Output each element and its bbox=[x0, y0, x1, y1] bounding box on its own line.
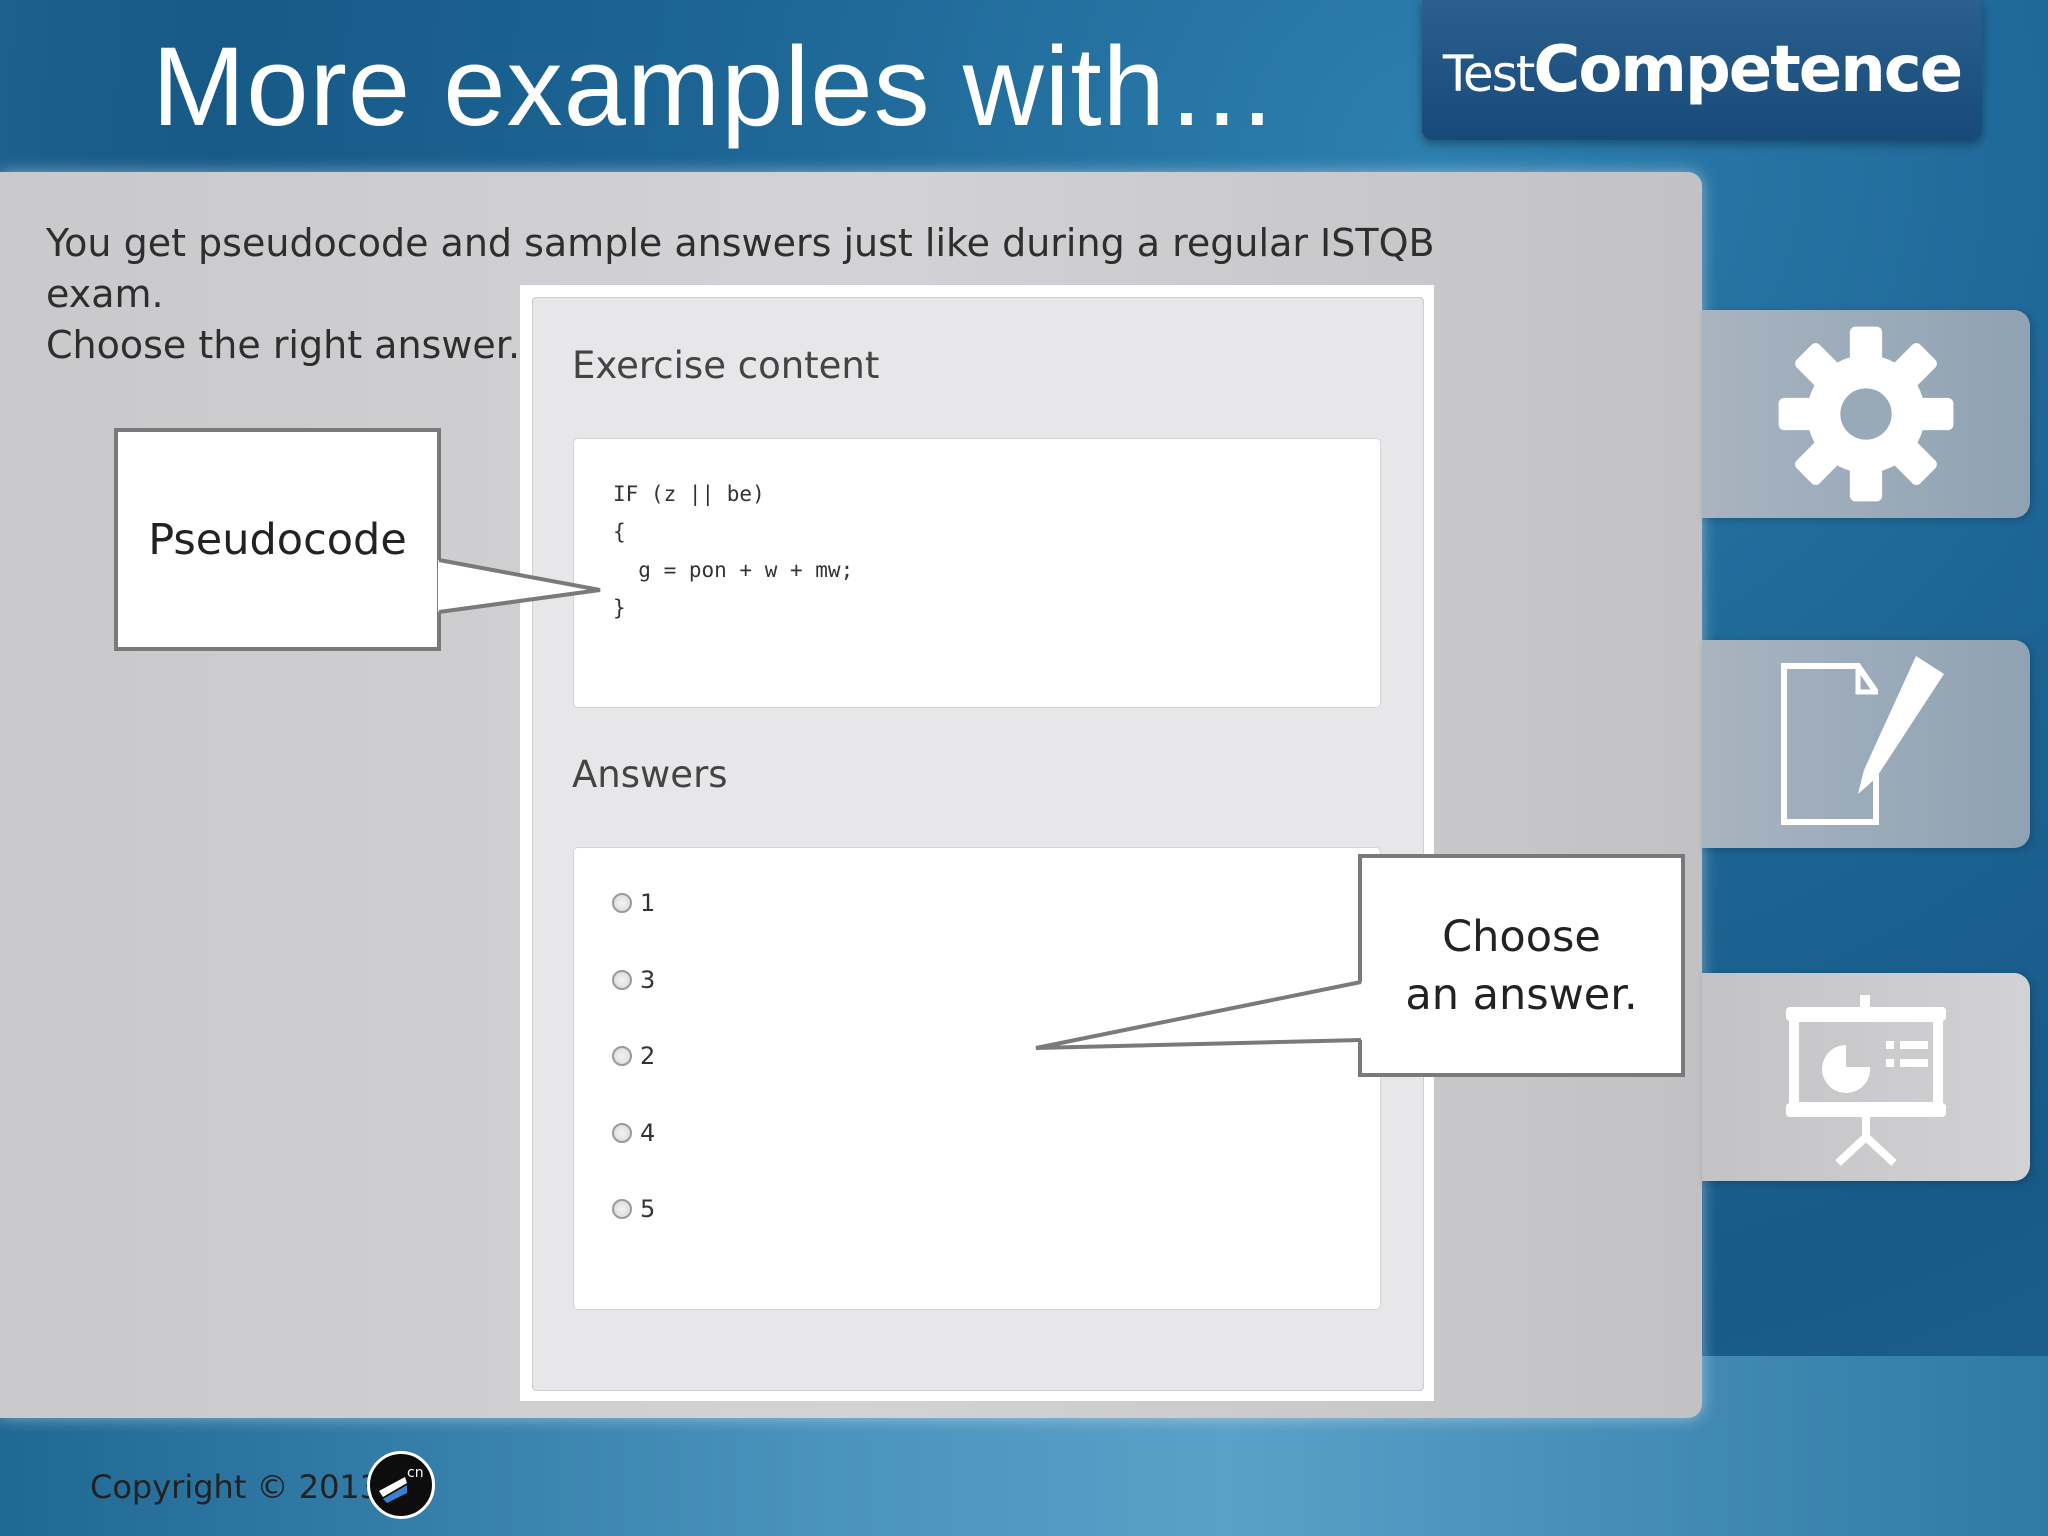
company-logo-badge: cn bbox=[367, 1451, 435, 1519]
sidebar-tab-presentation[interactable] bbox=[1702, 973, 2030, 1181]
sidebar-tab-settings[interactable] bbox=[1702, 310, 2030, 518]
copyright-text: Copyright © 2013 bbox=[90, 1468, 381, 1506]
document-edit-icon bbox=[1781, 656, 1944, 825]
badge-text: cn bbox=[407, 1465, 424, 1481]
presentation-icon bbox=[1786, 995, 1946, 1166]
gear-icon bbox=[1778, 326, 1954, 502]
sidebar-tab-exercises[interactable] bbox=[1702, 640, 2030, 848]
